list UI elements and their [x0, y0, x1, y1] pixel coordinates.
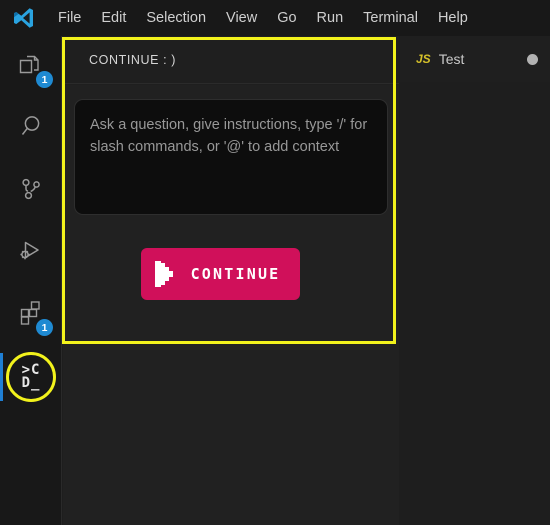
continue-button-label: CONTINUE [190, 264, 281, 283]
vscode-logo-icon [6, 3, 40, 33]
continue-panel-body: Ask a question, give instructions, type … [63, 85, 399, 525]
activity-bar-item-explorer[interactable]: 1 [0, 36, 62, 98]
editor-region: JS Test [400, 36, 550, 525]
menu-item-terminal[interactable]: Terminal [363, 11, 418, 26]
run-and-debug-icon [17, 237, 45, 270]
editor-tab-test[interactable]: JS Test [416, 36, 538, 82]
editor-tab-bar: JS Test [400, 36, 550, 82]
activity-bar-item-run-and-debug[interactable] [0, 222, 62, 284]
menu-item-file[interactable]: File [58, 11, 81, 26]
menu-item-go[interactable]: Go [277, 11, 296, 26]
panel-title: CONTINUE : ) [89, 52, 177, 67]
editor-canvas[interactable] [400, 82, 550, 525]
activity-bar-item-continue[interactable]: >C D_ [0, 346, 62, 408]
search-icon [17, 113, 45, 146]
activity-bar-item-extensions[interactable]: 1 [0, 284, 62, 346]
active-item-indicator [0, 353, 3, 401]
activity-bar-item-source-control[interactable] [0, 160, 62, 222]
chat-input-box[interactable]: Ask a question, give instructions, type … [74, 99, 388, 215]
explorer-badge: 1 [36, 71, 53, 88]
extensions-badge: 1 [36, 319, 53, 336]
vscode-window: File Edit Selection View Go Run Terminal… [0, 0, 550, 525]
pixel-play-icon [154, 261, 175, 287]
menu-item-help[interactable]: Help [438, 11, 468, 26]
menu-item-selection[interactable]: Selection [146, 11, 206, 26]
activity-bar: 1 1 >C D_ [0, 36, 62, 525]
continue-panel-header: CONTINUE : ) [63, 36, 399, 84]
tab-dirty-indicator[interactable] [527, 53, 538, 65]
menu-item-view[interactable]: View [226, 11, 257, 26]
activity-bar-item-search[interactable] [0, 98, 62, 160]
js-file-icon: JS [416, 52, 431, 66]
editor-tab-label: Test [438, 51, 465, 67]
menu-item-run[interactable]: Run [317, 11, 344, 26]
continue-button[interactable]: CONTINUE [141, 248, 300, 300]
source-control-branch-icon [18, 176, 44, 207]
chat-input-placeholder: Ask a question, give instructions, type … [90, 117, 368, 155]
continue-logo-icon: >C D_ [21, 363, 41, 391]
menu-item-edit[interactable]: Edit [101, 11, 126, 26]
continue-side-panel: CONTINUE : ) Ask a question, give instru… [63, 36, 399, 525]
title-menu-bar: File Edit Selection View Go Run Terminal… [0, 0, 550, 36]
continue-glyph-line-2: D_ [21, 375, 41, 391]
menu-bar-items: File Edit Selection View Go Run Terminal… [58, 11, 468, 26]
